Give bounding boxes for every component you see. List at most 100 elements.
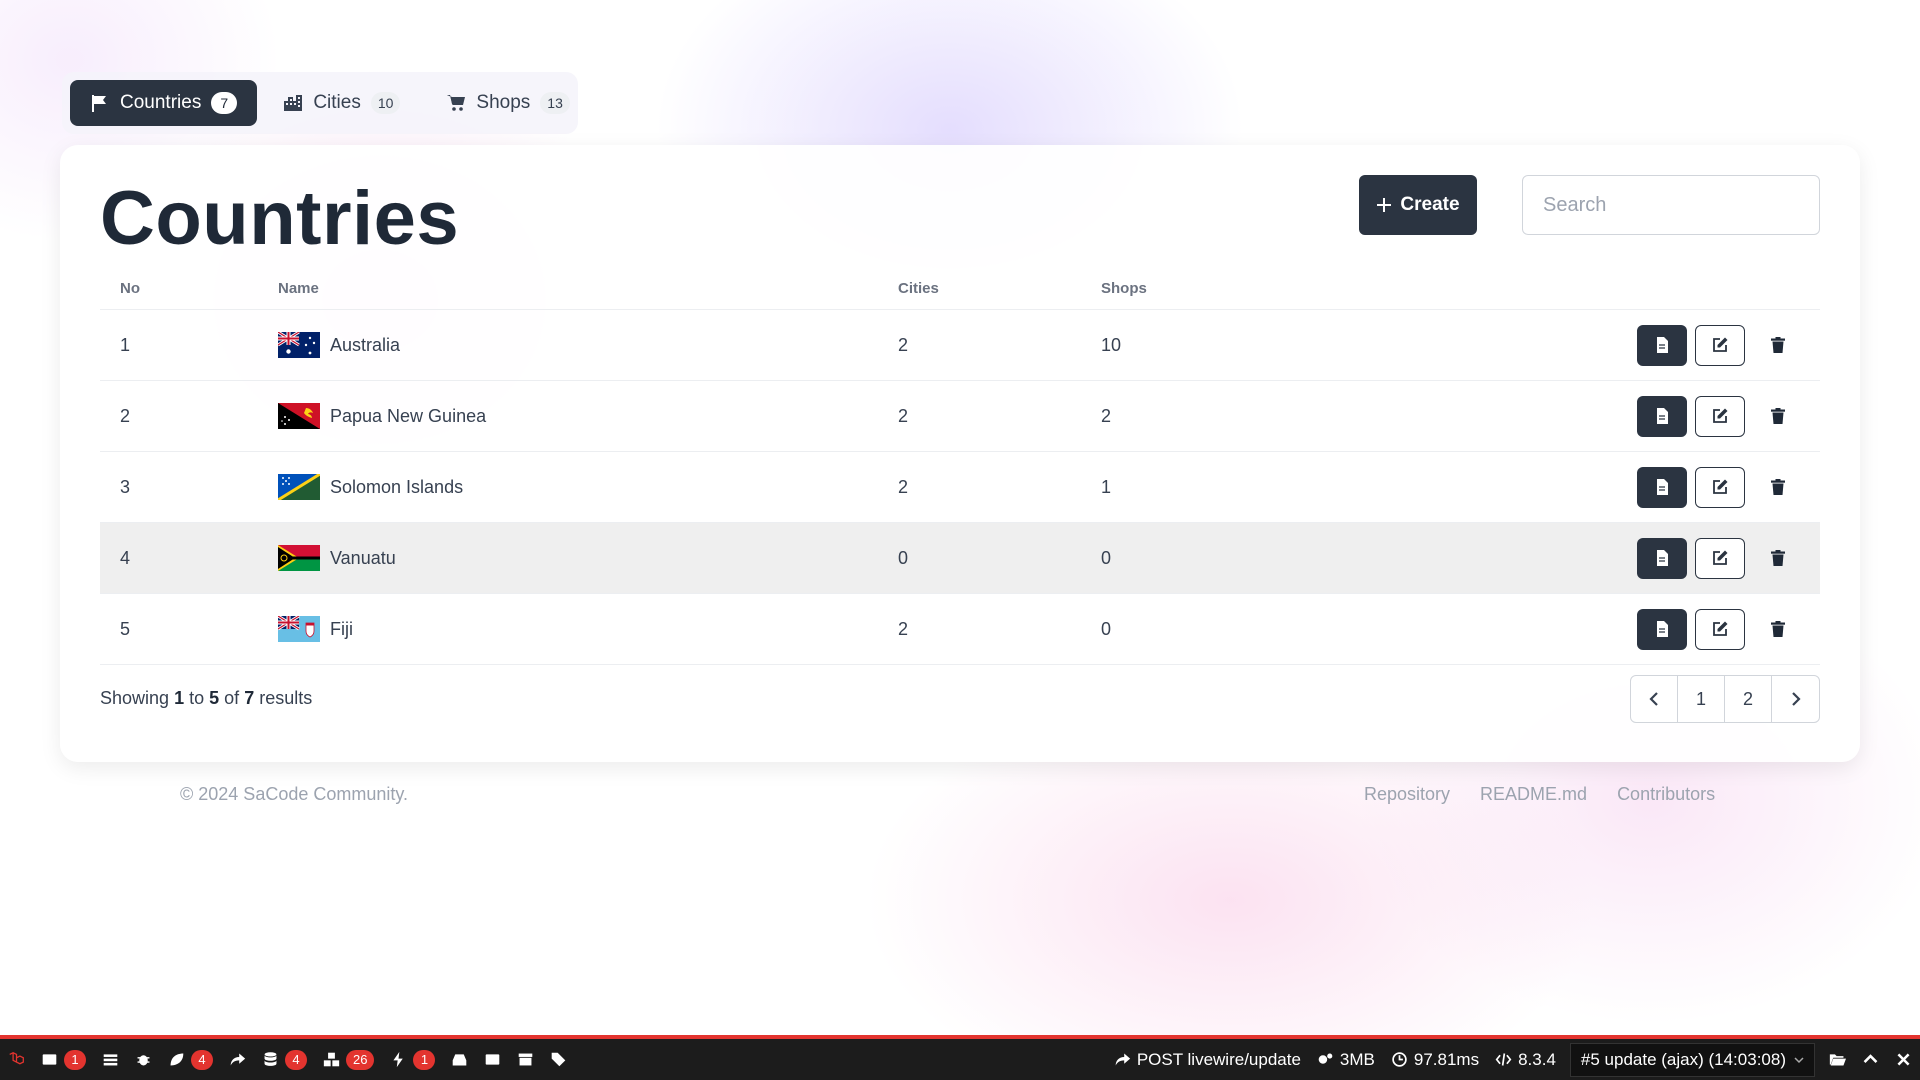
messages-icon (42, 1054, 57, 1065)
debug-bar: 1 4 4 26 1 POST livewire/update 3MB 97.8… (0, 1035, 1920, 1080)
results-word: results (259, 688, 313, 708)
debugbar-request[interactable] (476, 1039, 509, 1080)
create-button[interactable]: Create (1359, 175, 1477, 235)
row-number: 4 (120, 547, 131, 568)
edit-icon (1713, 337, 1728, 352)
folder-open-icon (1829, 1054, 1846, 1066)
memory-label: 3MB (1339, 1049, 1375, 1069)
australia-flag (278, 332, 320, 358)
row-country: Solomon Islands (278, 474, 463, 500)
tab-cities[interactable]: Cities 10 (263, 80, 420, 126)
php-version: 8.3.4 (1487, 1039, 1564, 1080)
plus-icon (1377, 198, 1392, 212)
prev-page-button[interactable] (1631, 676, 1678, 722)
tab-countries[interactable]: Countries 7 (70, 80, 258, 126)
view-button[interactable] (1637, 608, 1687, 650)
debugbar-route[interactable] (221, 1039, 254, 1080)
edit-button[interactable] (1695, 466, 1745, 508)
chevron-up-icon (1863, 1054, 1878, 1063)
fiji-flag (278, 616, 320, 642)
header-cities[interactable]: Cities (898, 280, 939, 297)
bug-icon (137, 1055, 150, 1066)
delete-button[interactable] (1753, 467, 1803, 508)
debugbar-gates[interactable] (542, 1039, 575, 1080)
delete-button[interactable] (1753, 609, 1803, 650)
row-actions (1637, 395, 1803, 437)
tags-icon (552, 1052, 566, 1067)
delete-button[interactable] (1753, 325, 1803, 366)
request-route: POST livewire/update (1106, 1039, 1309, 1080)
tab-count-badge: 10 (370, 92, 401, 114)
row-number: 2 (120, 405, 131, 426)
chevron-down-icon (1794, 1056, 1804, 1063)
create-label: Create (1400, 194, 1460, 215)
repository-link[interactable]: Repository (1364, 784, 1450, 805)
to-word: to (189, 688, 205, 708)
delete-button[interactable] (1753, 396, 1803, 437)
chevron-left-icon (1649, 692, 1658, 706)
page-button-2[interactable]: 2 (1725, 676, 1772, 722)
row-number: 5 (120, 618, 131, 639)
table-row: 5 Fiji 2 0 (100, 594, 1820, 665)
file-icon (1657, 621, 1668, 637)
search-box (1522, 175, 1820, 235)
debugbar-messages[interactable]: 1 (33, 1039, 94, 1080)
page-button-1[interactable]: 1 (1678, 676, 1725, 722)
country-name: Solomon Islands (330, 476, 464, 497)
cubes-icon (323, 1052, 340, 1067)
table-row: 1 Australia 2 10 (100, 310, 1820, 381)
row-actions (1637, 324, 1803, 366)
debugbar-livewire[interactable]: 1 (382, 1039, 443, 1080)
of-word: of (224, 688, 240, 708)
header-name[interactable]: Name (278, 280, 319, 297)
open-handler-button[interactable] (1821, 1039, 1854, 1080)
request-time: 97.81ms (1383, 1039, 1487, 1080)
debugbar-queries[interactable]: 4 (254, 1039, 315, 1080)
header-shops[interactable]: Shops (1101, 280, 1147, 297)
row-actions (1637, 466, 1803, 508)
trash-icon (1771, 621, 1785, 637)
view-button[interactable] (1637, 466, 1687, 508)
edit-button[interactable] (1695, 537, 1745, 579)
leaf-icon (170, 1053, 184, 1066)
memory-usage: 3MB (1309, 1039, 1383, 1080)
search-input[interactable] (1543, 193, 1808, 217)
results-summary: Showing 1 to 5 of 7 results (100, 688, 312, 709)
row-country: Fiji (278, 616, 353, 642)
view-button[interactable] (1637, 537, 1687, 579)
debugbar-models[interactable]: 26 (315, 1039, 382, 1080)
database-icon (264, 1052, 277, 1066)
debugbar-logo[interactable] (0, 1039, 33, 1080)
row-shops-count: 2 (1101, 405, 1112, 426)
results-total: 7 (244, 688, 255, 708)
contributors-link[interactable]: Contributors (1617, 784, 1715, 805)
request-select[interactable]: #5 update (ajax) (14:03:08) (1569, 1042, 1815, 1077)
next-page-button[interactable] (1772, 676, 1819, 722)
debugbar-timeline[interactable] (94, 1039, 127, 1080)
edit-button[interactable] (1695, 324, 1745, 366)
edit-button[interactable] (1695, 608, 1745, 650)
tab-count-badge: 7 (211, 92, 238, 114)
row-country: Vanuatu (278, 545, 396, 571)
close-debugbar-button[interactable] (1887, 1039, 1920, 1080)
view-button[interactable] (1637, 324, 1687, 366)
debugbar-views[interactable]: 4 (160, 1039, 221, 1080)
edit-icon (1713, 479, 1728, 494)
header-no[interactable]: No (120, 280, 140, 297)
row-shops-count: 1 (1101, 476, 1112, 497)
debugbar-mail[interactable] (443, 1039, 476, 1080)
delete-button[interactable] (1753, 538, 1803, 579)
debugbar-exceptions[interactable] (127, 1039, 160, 1080)
row-actions (1637, 537, 1803, 579)
inbox-icon (453, 1054, 467, 1066)
maximize-button[interactable] (1854, 1039, 1887, 1080)
row-shops-count: 10 (1101, 334, 1122, 355)
tab-shops[interactable]: Shops 13 (426, 80, 589, 126)
edit-button[interactable] (1695, 395, 1745, 437)
archive-icon (519, 1053, 533, 1066)
view-button[interactable] (1637, 395, 1687, 437)
request-label: POST livewire/update (1136, 1049, 1301, 1069)
results-to: 5 (209, 688, 220, 708)
readme-link[interactable]: README.md (1480, 784, 1587, 805)
debugbar-session[interactable] (509, 1039, 542, 1080)
